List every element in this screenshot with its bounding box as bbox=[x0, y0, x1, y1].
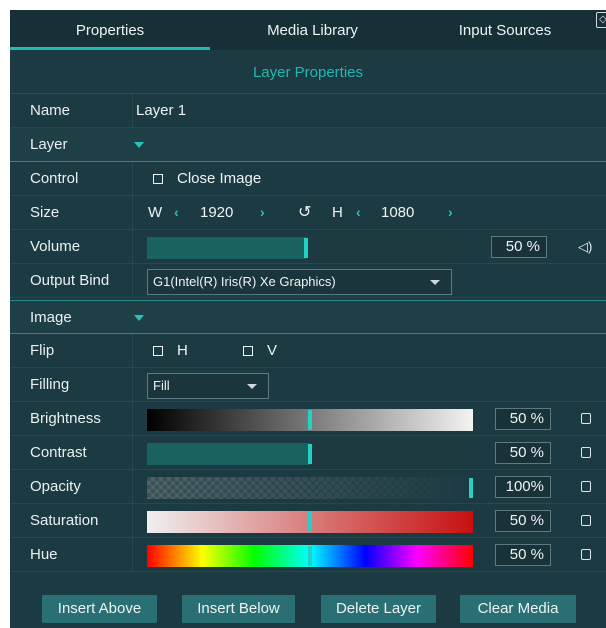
chevron-down-icon[interactable] bbox=[134, 142, 144, 148]
clear-media-button[interactable]: Clear Media bbox=[460, 595, 576, 623]
layer-group-header[interactable]: Layer bbox=[10, 128, 606, 162]
layer-name-field[interactable]: Layer 1 bbox=[136, 94, 186, 128]
reset-icon[interactable] bbox=[581, 513, 592, 527]
brightness-label: Brightness bbox=[30, 410, 101, 427]
speaker-icon[interactable]: ◁) bbox=[578, 230, 592, 264]
layer-properties-panel: Properties Media Library Input Sources ◇… bbox=[10, 10, 606, 628]
flip-v-label[interactable]: V bbox=[267, 334, 277, 368]
width-increase-icon[interactable]: › bbox=[260, 196, 265, 230]
image-group-label: Image bbox=[30, 309, 72, 326]
hue-value-field[interactable]: 50 % bbox=[495, 544, 551, 566]
height-increase-icon[interactable]: › bbox=[448, 196, 453, 230]
width-value[interactable]: 1920 bbox=[200, 196, 233, 230]
tab-properties[interactable]: Properties bbox=[10, 10, 210, 50]
hue-label: Hue bbox=[30, 546, 58, 563]
brightness-row: Brightness 50 % bbox=[10, 402, 606, 436]
close-image-label[interactable]: Close Image bbox=[177, 162, 261, 196]
contrast-label: Contrast bbox=[30, 444, 87, 461]
brightness-value-field[interactable]: 50 % bbox=[495, 408, 551, 430]
chevron-down-icon bbox=[430, 280, 440, 285]
output-bind-select[interactable]: G1(Intel(R) Iris(R) Xe Graphics) bbox=[147, 269, 452, 295]
tab-bar: Properties Media Library Input Sources ◇ bbox=[10, 10, 606, 50]
layer-group-label: Layer bbox=[30, 136, 68, 153]
brightness-slider[interactable] bbox=[147, 409, 473, 431]
contrast-row: Contrast 50 % bbox=[10, 436, 606, 470]
height-label: H bbox=[332, 204, 343, 221]
size-label: Size bbox=[30, 204, 60, 221]
opacity-value-field[interactable]: 100% bbox=[495, 476, 551, 498]
link-icon[interactable]: ↺ bbox=[298, 196, 311, 230]
chevron-down-icon bbox=[247, 384, 257, 389]
saturation-row: Saturation 50 % bbox=[10, 504, 606, 538]
chevron-down-icon[interactable] bbox=[134, 315, 144, 321]
insert-below-button[interactable]: Insert Below bbox=[182, 595, 295, 623]
saturation-value-field[interactable]: 50 % bbox=[495, 510, 551, 532]
output-bind-row: Output Bind G1(Intel(R) Iris(R) Xe Graph… bbox=[10, 264, 606, 298]
flip-label: Flip bbox=[30, 342, 55, 359]
volume-label: Volume bbox=[30, 238, 81, 255]
reset-icon[interactable] bbox=[581, 411, 592, 425]
hue-slider-handle[interactable] bbox=[308, 546, 312, 566]
contrast-value-field[interactable]: 50 % bbox=[495, 442, 551, 464]
delete-layer-button[interactable]: Delete Layer bbox=[321, 595, 436, 623]
lock-icon[interactable]: ◇ bbox=[596, 12, 606, 28]
output-bind-label: Output Bind bbox=[30, 272, 110, 289]
saturation-slider[interactable] bbox=[147, 511, 473, 533]
opacity-label: Opacity bbox=[30, 478, 81, 495]
opacity-slider[interactable] bbox=[147, 477, 473, 499]
flip-h-label[interactable]: H bbox=[177, 334, 188, 368]
brightness-slider-handle[interactable] bbox=[308, 410, 312, 430]
width-label: W bbox=[148, 204, 163, 221]
opacity-row: Opacity 100% bbox=[10, 470, 606, 504]
flip-v-checkbox[interactable] bbox=[243, 346, 253, 356]
tab-input-sources[interactable]: Input Sources bbox=[415, 10, 595, 50]
height-decrease-icon[interactable]: ‹ bbox=[356, 196, 361, 230]
output-bind-value: G1(Intel(R) Iris(R) Xe Graphics) bbox=[153, 274, 336, 289]
filling-label: Filling bbox=[30, 376, 70, 393]
flip-row: Flip H V bbox=[10, 334, 606, 368]
name-label: Name bbox=[30, 102, 71, 119]
control-label: Control bbox=[30, 170, 79, 187]
volume-value-field[interactable]: 50 % bbox=[491, 236, 547, 258]
contrast-slider-handle[interactable] bbox=[308, 444, 312, 464]
volume-slider[interactable] bbox=[147, 237, 465, 259]
reset-icon[interactable] bbox=[581, 479, 592, 493]
height-value[interactable]: 1080 bbox=[381, 196, 414, 230]
tab-media-library[interactable]: Media Library bbox=[210, 10, 415, 50]
hue-slider[interactable] bbox=[147, 545, 473, 567]
volume-row: Volume 50 % ◁) bbox=[10, 230, 606, 264]
opacity-slider-handle[interactable] bbox=[469, 478, 473, 498]
hue-row: Hue 50 % bbox=[10, 538, 606, 572]
filling-row: Filling Fill bbox=[10, 368, 606, 402]
volume-slider-fill bbox=[147, 237, 306, 259]
name-row: Name Layer 1 bbox=[10, 94, 606, 128]
filling-value: Fill bbox=[153, 378, 170, 393]
contrast-slider[interactable] bbox=[147, 443, 473, 465]
filling-select[interactable]: Fill bbox=[147, 373, 269, 399]
image-group-header[interactable]: Image bbox=[10, 300, 606, 334]
close-image-checkbox[interactable] bbox=[153, 174, 163, 184]
volume-slider-handle[interactable] bbox=[304, 238, 308, 258]
saturation-slider-handle[interactable] bbox=[308, 512, 312, 532]
size-row: Size W ‹ 1920 › ↺ H ‹ 1080 › bbox=[10, 196, 606, 230]
contrast-slider-fill bbox=[147, 443, 310, 465]
reset-icon[interactable] bbox=[581, 445, 592, 459]
flip-h-checkbox[interactable] bbox=[153, 346, 163, 356]
reset-icon[interactable] bbox=[581, 547, 592, 561]
saturation-label: Saturation bbox=[30, 512, 99, 529]
control-row: Control Close Image bbox=[10, 162, 606, 196]
section-title: Layer Properties bbox=[10, 50, 606, 94]
insert-above-button[interactable]: Insert Above bbox=[42, 595, 157, 623]
width-decrease-icon[interactable]: ‹ bbox=[174, 196, 179, 230]
